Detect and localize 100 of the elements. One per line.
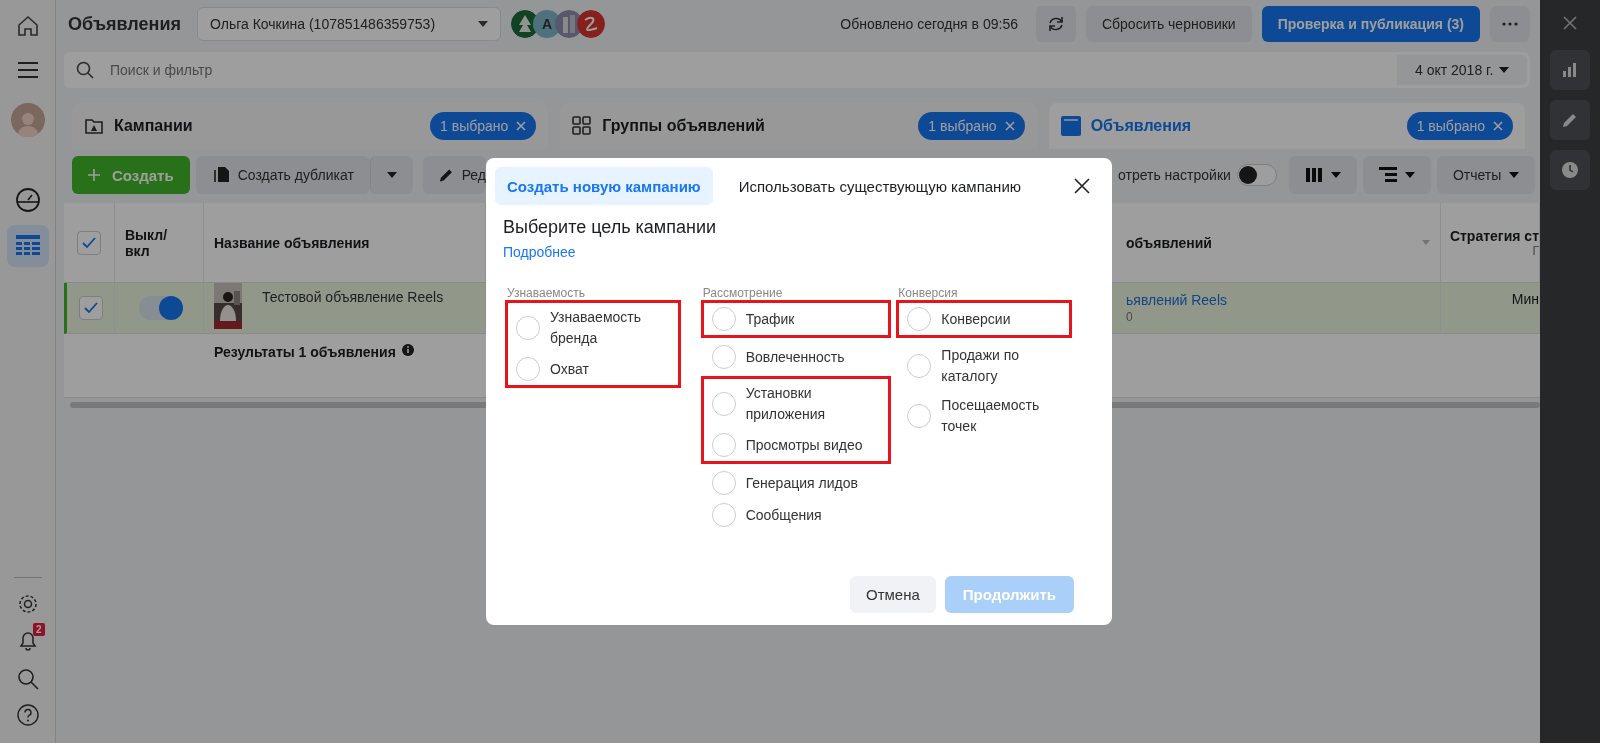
toggle-switch[interactable] — [139, 296, 183, 320]
caret-icon — [1330, 172, 1341, 178]
notification-badge: 2 — [32, 623, 45, 636]
option-label[interactable]: Сообщения — [745, 504, 872, 526]
option-label[interactable]: Установки приложения — [745, 383, 872, 425]
caret-icon — [386, 172, 397, 178]
radio-button[interactable] — [711, 433, 736, 457]
search-field[interactable]: Поиск и фильтр — [64, 52, 1394, 88]
columns-icon — [1304, 168, 1323, 182]
avatar[interactable] — [10, 103, 45, 137]
folder-icon — [84, 116, 104, 136]
edit-button[interactable]: Ред — [422, 156, 486, 194]
option-label[interactable]: Охват — [550, 358, 662, 380]
settings-icon[interactable] — [16, 593, 39, 615]
radio-button[interactable] — [516, 316, 540, 340]
learn-more-link[interactable]: Подробнее — [503, 244, 576, 260]
level-label: Кампании — [114, 117, 193, 135]
selection-badge[interactable]: 1 выбрано — [918, 112, 1025, 140]
level-tab[interactable]: Объявления 1 выбрано — [1048, 103, 1525, 149]
search-icon[interactable] — [16, 668, 39, 690]
results-label: Результаты 1 объявления — [214, 344, 396, 360]
home-icon[interactable] — [15, 14, 40, 38]
date-picker[interactable]: 4 окт 2018 г. — [1394, 52, 1530, 88]
pencil-icon — [1561, 111, 1579, 129]
sort-icon[interactable] — [1422, 240, 1430, 245]
group-label: Конверсия — [898, 286, 958, 300]
window-icon — [1060, 116, 1081, 136]
dialog-title: Выберите цель кампании — [503, 217, 718, 238]
caret-icon — [1509, 172, 1520, 178]
breakdown-button[interactable] — [1362, 156, 1431, 194]
level-label: Объявления — [1090, 117, 1192, 135]
clock-icon — [1561, 161, 1579, 179]
radio-button[interactable] — [907, 354, 932, 378]
ad-set-link[interactable]: ьявлений Reels — [1126, 292, 1227, 308]
option-label[interactable]: Трафик — [745, 308, 872, 330]
dialog-tab[interactable]: Использовать существующую кампанию — [726, 167, 1033, 205]
check-icon — [82, 236, 96, 249]
option-label[interactable]: Генерация лидов — [745, 472, 872, 494]
radio-button[interactable] — [711, 471, 736, 495]
close-icon[interactable] — [1074, 178, 1090, 194]
more-button[interactable] — [1490, 6, 1530, 42]
publish-button[interactable]: Проверка и публикация (3) — [1261, 6, 1480, 42]
option-label[interactable]: Продажи по каталогу — [941, 345, 1054, 387]
search-icon — [76, 61, 94, 79]
pencil-icon — [438, 167, 454, 183]
radio-button[interactable] — [516, 357, 540, 381]
column-subheader: Г — [1532, 243, 1539, 258]
column-header: Выкл/ вкл — [125, 226, 169, 259]
option-label[interactable]: Конверсии — [941, 308, 1054, 330]
table-cell: 0 — [1126, 310, 1133, 324]
panel-button[interactable] — [1550, 100, 1590, 140]
check-icon — [83, 302, 98, 314]
reset-drafts-button[interactable]: Сбросить черновики — [1085, 6, 1252, 42]
radio-button[interactable] — [907, 404, 932, 428]
caret-icon — [1499, 67, 1509, 73]
plus-icon — [88, 169, 100, 181]
columns-button[interactable] — [1288, 156, 1357, 194]
radio-button[interactable] — [711, 392, 736, 416]
dialog-tab[interactable]: Создать новую кампанию — [495, 167, 713, 205]
column-header: Стратегия ст — [1449, 227, 1539, 244]
info-icon[interactable] — [401, 344, 414, 356]
copy-icon — [211, 166, 230, 184]
account-dropdown[interactable]: Ольга Кочкина (107851486359753) — [197, 7, 501, 41]
cancel-button[interactable]: Отмена — [850, 576, 936, 613]
radio-button[interactable] — [907, 307, 932, 331]
checkbox[interactable] — [78, 296, 103, 320]
page-title: Объявления — [68, 13, 181, 35]
help-icon[interactable] — [16, 704, 39, 726]
radio-button[interactable] — [711, 503, 736, 527]
toggle-switch[interactable] — [1236, 164, 1277, 186]
menu-icon[interactable] — [16, 61, 39, 79]
reports-button[interactable]: Отчеты — [1436, 156, 1536, 194]
selection-badge[interactable]: 1 выбрано — [430, 112, 537, 140]
chart-icon — [1561, 61, 1579, 79]
column-header: Название объявления — [214, 234, 370, 251]
toggle-label: отреть настройки — [1118, 167, 1231, 183]
dashboard-icon — [14, 187, 41, 213]
caret-icon — [1404, 172, 1415, 178]
table-cell: Мин — [1511, 291, 1539, 307]
option-label[interactable]: Посещаемость точек — [941, 395, 1054, 437]
checkbox[interactable] — [77, 230, 101, 255]
level-label: Группы объявлений — [602, 117, 765, 135]
search-input[interactable]: Поиск и фильтр — [108, 61, 1382, 79]
radio-button[interactable] — [711, 307, 736, 331]
radio-button[interactable] — [711, 345, 736, 369]
option-label[interactable]: Узнаваемость бренда — [550, 307, 662, 349]
option-label[interactable]: Вовлеченность — [745, 346, 872, 368]
nav-item[interactable] — [6, 225, 49, 267]
group-label: Узнаваемость — [507, 286, 585, 300]
option-label[interactable]: Просмотры видео — [745, 434, 872, 456]
caret-icon — [478, 21, 488, 27]
duplicate-button[interactable]: Создать дубликат — [195, 156, 370, 194]
panel-button[interactable] — [1550, 50, 1590, 90]
refresh-button[interactable] — [1035, 6, 1076, 42]
refresh-icon — [1046, 15, 1065, 33]
grid-icon — [572, 116, 593, 136]
column-header: объявлений — [1126, 234, 1212, 251]
panel-button[interactable] — [1550, 150, 1590, 190]
update-status: Обновлено сегодня в 09:56 — [840, 16, 1018, 32]
selection-badge[interactable]: 1 выбрано — [1406, 112, 1513, 140]
